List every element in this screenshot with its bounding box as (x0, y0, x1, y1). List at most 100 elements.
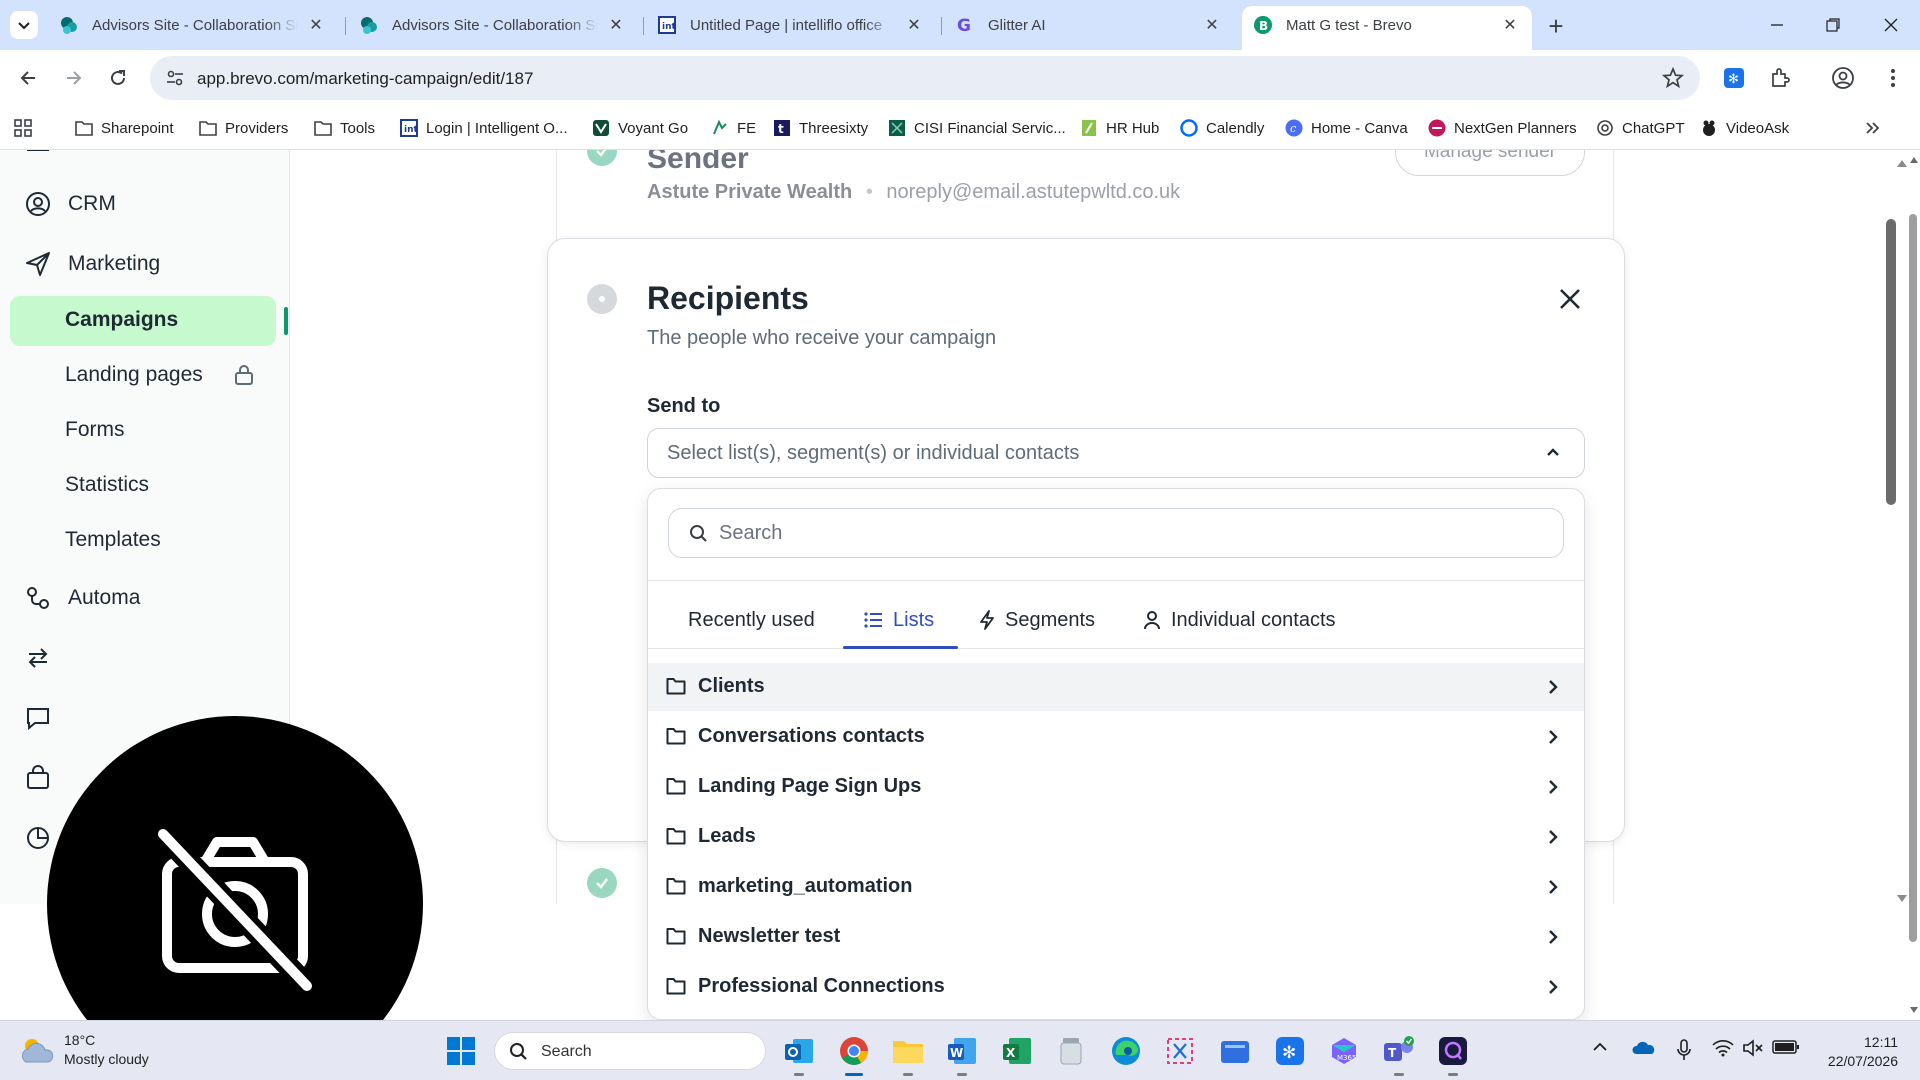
tab-recently-used[interactable]: Recently used (688, 604, 815, 636)
address-bar[interactable]: app.brevo.com/marketing-campaign/edit/18… (150, 56, 1700, 100)
close-tab-icon[interactable]: ✕ (306, 15, 326, 35)
browser-tab[interactable]: Advisors Site - Collaboration Site ✕ (348, 7, 638, 43)
microphone-icon[interactable] (1676, 1039, 1692, 1061)
chevron-right-icon[interactable] (1546, 678, 1560, 696)
bookmark-item[interactable]: c Home - Canva (1285, 117, 1408, 139)
close-icon[interactable] (1553, 282, 1587, 316)
system-clock[interactable]: 12:11 22/07/2026 (1810, 1033, 1898, 1071)
bookmark-item[interactable]: HR Hub (1080, 117, 1159, 139)
sidebar-item-automations[interactable]: Automa (24, 578, 140, 618)
bookmark-item[interactable]: Sharepoint (75, 117, 174, 139)
chevron-right-icon[interactable] (1546, 878, 1560, 896)
tab-search-button[interactable] (10, 11, 38, 39)
sidebar-subitem-statistics[interactable]: Statistics (65, 473, 149, 497)
volume-muted-icon[interactable] (1742, 1039, 1764, 1057)
close-tab-icon[interactable]: ✕ (1202, 15, 1222, 35)
jar-app-icon[interactable] (1053, 1033, 1089, 1069)
more-bookmarks-icon[interactable] (1864, 117, 1880, 139)
file-explorer-icon[interactable] (890, 1033, 926, 1076)
chevron-right-icon[interactable] (1546, 828, 1560, 846)
extension-app-icon[interactable]: ✻ (1272, 1033, 1308, 1069)
list-item[interactable]: marketing_automation (648, 863, 1584, 911)
files-app-icon[interactable] (1217, 1033, 1253, 1069)
chevron-right-icon[interactable] (1546, 778, 1560, 796)
browser-tab[interactable]: int Untitled Page | intelliflo office ✕ (646, 7, 936, 43)
chevron-up-icon[interactable] (1592, 1039, 1608, 1055)
wifi-icon[interactable] (1712, 1039, 1734, 1057)
bookmark-item[interactable]: t Threesixty (773, 117, 868, 139)
sidebar-item-conversations[interactable] (24, 698, 68, 738)
video-app-icon[interactable] (1435, 1033, 1471, 1076)
new-tab-button[interactable]: + (1542, 11, 1570, 41)
list-item[interactable]: Conversations contacts (648, 713, 1584, 761)
tab-lists[interactable]: Lists (863, 604, 934, 636)
list-item[interactable]: Leads (648, 813, 1584, 861)
bookmark-item[interactable]: CISI Financial Servic... (888, 117, 1066, 139)
weather-widget[interactable]: 18°C Mostly cloudy (18, 1031, 149, 1069)
profile-icon[interactable] (1830, 65, 1856, 91)
close-tab-icon[interactable]: ✕ (904, 15, 924, 35)
list-item[interactable]: Clients (648, 663, 1584, 711)
bookmark-item[interactable]: Calendly (1180, 117, 1264, 139)
bookmark-item[interactable]: Voyant Go (592, 117, 688, 139)
browser-tab-active[interactable]: B Matt G test - Brevo ✕ (1242, 6, 1532, 50)
bookmark-item[interactable]: ChatGPT (1596, 117, 1685, 139)
bookmark-star-icon[interactable] (1662, 67, 1684, 89)
chrome-icon[interactable] (836, 1033, 872, 1076)
site-settings-icon[interactable] (166, 69, 184, 87)
restore-icon[interactable] (1818, 10, 1848, 40)
outer-scrollbar[interactable] (1907, 150, 1920, 1020)
list-item[interactable]: Landing Page Sign Ups (648, 763, 1584, 811)
tab-segments[interactable]: Segments (979, 604, 1095, 636)
close-tab-icon[interactable]: ✕ (606, 15, 626, 35)
kebab-menu-icon[interactable] (1880, 65, 1906, 91)
manage-sender-button[interactable]: Manage sender (1395, 150, 1585, 176)
browser-tab[interactable]: G Glitter AI ✕ (944, 7, 1234, 43)
bookmark-item[interactable]: VideoAsk (1700, 117, 1789, 139)
sidebar-subitem-campaigns[interactable]: Campaigns (65, 308, 178, 332)
sidebar-item-sales[interactable] (24, 758, 68, 798)
sidebar-item-crm[interactable]: CRM (24, 184, 116, 224)
list-item[interactable]: Professional Connections (648, 963, 1584, 1011)
outer-scrollbar-thumb[interactable] (1909, 214, 1917, 942)
reload-icon[interactable] (104, 64, 132, 92)
edge-icon[interactable] (1108, 1033, 1144, 1069)
battery-icon[interactable] (1772, 1039, 1800, 1055)
taskbar-search[interactable]: Search (494, 1032, 766, 1070)
recipients-select[interactable]: Select list(s), segment(s) or individual… (647, 428, 1585, 478)
browser-tab[interactable]: Advisors Site - Collaboration Site ✕ (48, 7, 338, 43)
tab-individual-contacts[interactable]: Individual contacts (1143, 604, 1336, 636)
chevron-right-icon[interactable] (1546, 728, 1560, 746)
chevron-right-icon[interactable] (1546, 978, 1560, 996)
bookmark-item[interactable]: FE (711, 117, 756, 139)
chevron-right-icon[interactable] (1546, 928, 1560, 946)
forward-arrow-icon[interactable] (60, 64, 88, 92)
sidebar-subitem-forms[interactable]: Forms (65, 418, 125, 442)
bookmark-item[interactable]: NextGen Planners (1428, 117, 1577, 139)
apps-grid-icon[interactable] (14, 117, 32, 139)
word-icon[interactable]: W (944, 1033, 980, 1076)
sidebar-subitem-templates[interactable]: Templates (65, 528, 161, 552)
excel-icon[interactable]: X (999, 1033, 1035, 1069)
m365-icon[interactable]: M365 (1326, 1033, 1362, 1069)
close-tab-icon[interactable]: ✕ (1500, 15, 1520, 35)
scrollbar-thumb[interactable] (1886, 219, 1896, 505)
bookmark-item[interactable]: Providers (199, 117, 288, 139)
close-window-icon[interactable] (1876, 10, 1906, 40)
minimize-icon[interactable] (1762, 10, 1792, 40)
list-item[interactable]: Newsletter test (648, 913, 1584, 961)
back-arrow-icon[interactable] (14, 64, 42, 92)
dropdown-search-input[interactable]: Search (668, 508, 1564, 558)
snipping-tool-icon[interactable] (1162, 1033, 1198, 1069)
bookmark-item[interactable]: int Login | Intelligent O... (400, 117, 567, 139)
sidebar-item-marketing[interactable]: Marketing (24, 244, 160, 284)
bookmark-item[interactable]: Tools (314, 117, 375, 139)
extensions-puzzle-icon[interactable] (1767, 65, 1793, 91)
teams-icon[interactable]: T (1381, 1033, 1417, 1076)
start-button[interactable] (443, 1033, 479, 1069)
onedrive-icon[interactable] (1632, 1039, 1656, 1055)
sidebar-item-transactional[interactable] (24, 638, 68, 678)
outlook-icon[interactable] (781, 1033, 817, 1076)
extension-icon[interactable]: ✻ (1721, 65, 1747, 91)
sidebar-subitem-landing-pages[interactable]: Landing pages (65, 363, 203, 387)
